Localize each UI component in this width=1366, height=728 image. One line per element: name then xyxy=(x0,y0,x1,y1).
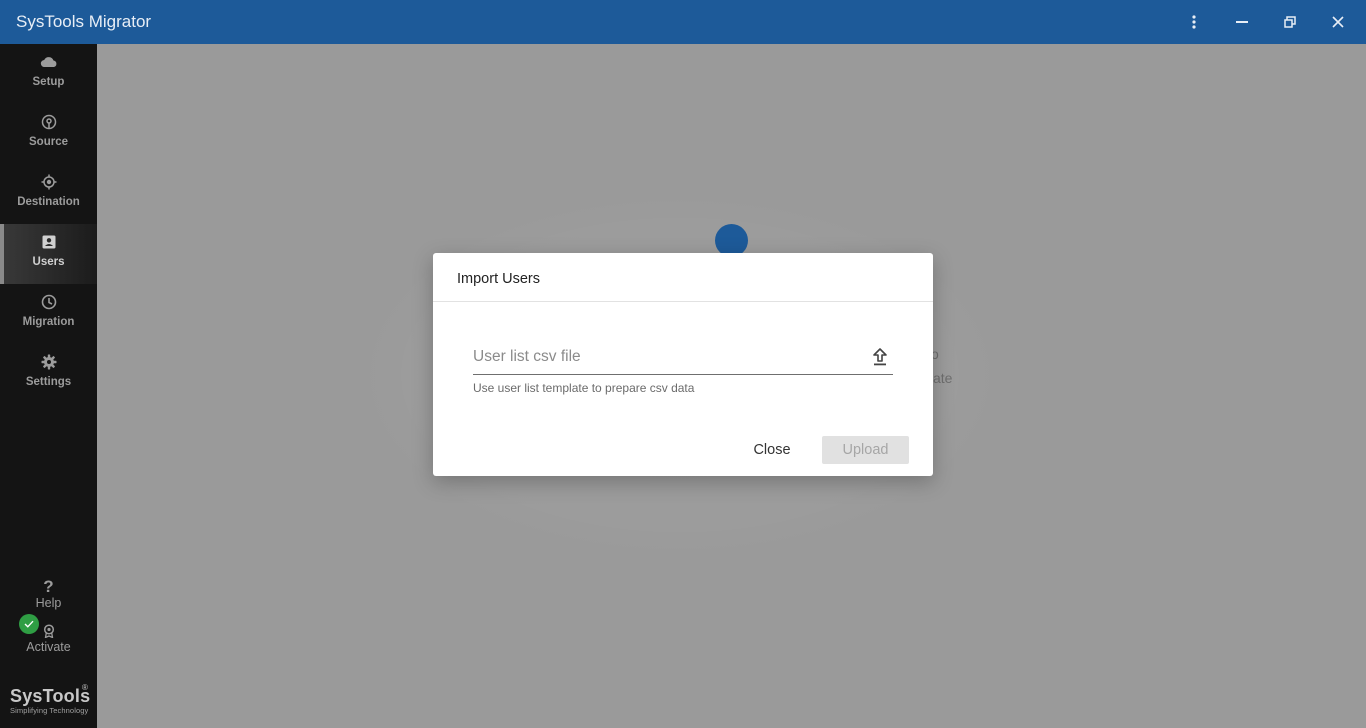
app-title: SysTools Migrator xyxy=(16,12,152,31)
sidebar-item-label: Settings xyxy=(25,376,72,388)
restore-button[interactable] xyxy=(1274,8,1306,36)
upload-icon[interactable] xyxy=(871,347,889,367)
gear-icon xyxy=(40,353,58,371)
activate-button[interactable]: Activate xyxy=(0,624,97,654)
sidebar-item-settings[interactable]: Settings xyxy=(0,344,97,404)
sidebar-item-label: Source xyxy=(29,136,68,148)
help-button[interactable]: ? Help xyxy=(0,577,97,611)
kebab-menu-icon xyxy=(1192,15,1196,29)
title-bar: SysTools Migrator xyxy=(0,0,1366,44)
close-icon xyxy=(1332,16,1344,28)
sidebar-item-label: Users xyxy=(32,256,65,268)
brand-tagline: Simplifying Technology xyxy=(10,706,89,715)
sidebar-item-source[interactable]: Source xyxy=(0,104,97,164)
close-window-button[interactable] xyxy=(1322,8,1354,36)
license-icon xyxy=(43,624,54,638)
source-icon xyxy=(40,113,58,131)
sidebar-item-setup[interactable]: Setup xyxy=(0,44,97,104)
clock-icon xyxy=(40,293,58,311)
target-icon xyxy=(40,173,58,191)
cloud-icon xyxy=(40,53,58,71)
upload-button[interactable]: Upload xyxy=(822,436,909,464)
csv-file-placeholder: User list csv file xyxy=(473,348,581,365)
brand-logo: SysTools ® Simplifying Technology xyxy=(10,683,91,715)
brand-name: SysTools xyxy=(10,686,91,706)
dialog-divider xyxy=(433,301,933,302)
close-button[interactable]: Close xyxy=(743,436,801,464)
dialog-title: Import Users xyxy=(457,271,540,287)
restore-icon xyxy=(1284,16,1296,28)
sidebar-item-migration[interactable]: Migration xyxy=(0,284,97,344)
csv-file-input[interactable]: User list csv file xyxy=(473,343,893,375)
minimize-icon xyxy=(1236,21,1248,23)
sidebar-item-label: Migration xyxy=(22,316,75,328)
sidebar-item-destination[interactable]: Destination xyxy=(0,164,97,224)
background-partial-text: ate xyxy=(933,370,953,386)
sidebar-item-label: Destination xyxy=(17,196,80,208)
sidebar-item-users[interactable]: Users xyxy=(0,224,97,284)
import-users-dialog: Import Users User list csv file Use user… xyxy=(433,253,933,476)
kebab-menu-button[interactable] xyxy=(1178,8,1210,36)
activate-label: Activate xyxy=(26,640,71,654)
help-icon: ? xyxy=(43,577,54,596)
sidebar: Setup Source Destination Users Migration… xyxy=(0,44,97,728)
minimize-button[interactable] xyxy=(1226,8,1258,36)
sidebar-item-label: Setup xyxy=(32,76,65,88)
user-card-icon xyxy=(40,233,58,251)
help-label: Help xyxy=(35,596,62,610)
csv-hint-text: Use user list template to prepare csv da… xyxy=(473,381,695,395)
registered-mark: ® xyxy=(82,683,88,692)
